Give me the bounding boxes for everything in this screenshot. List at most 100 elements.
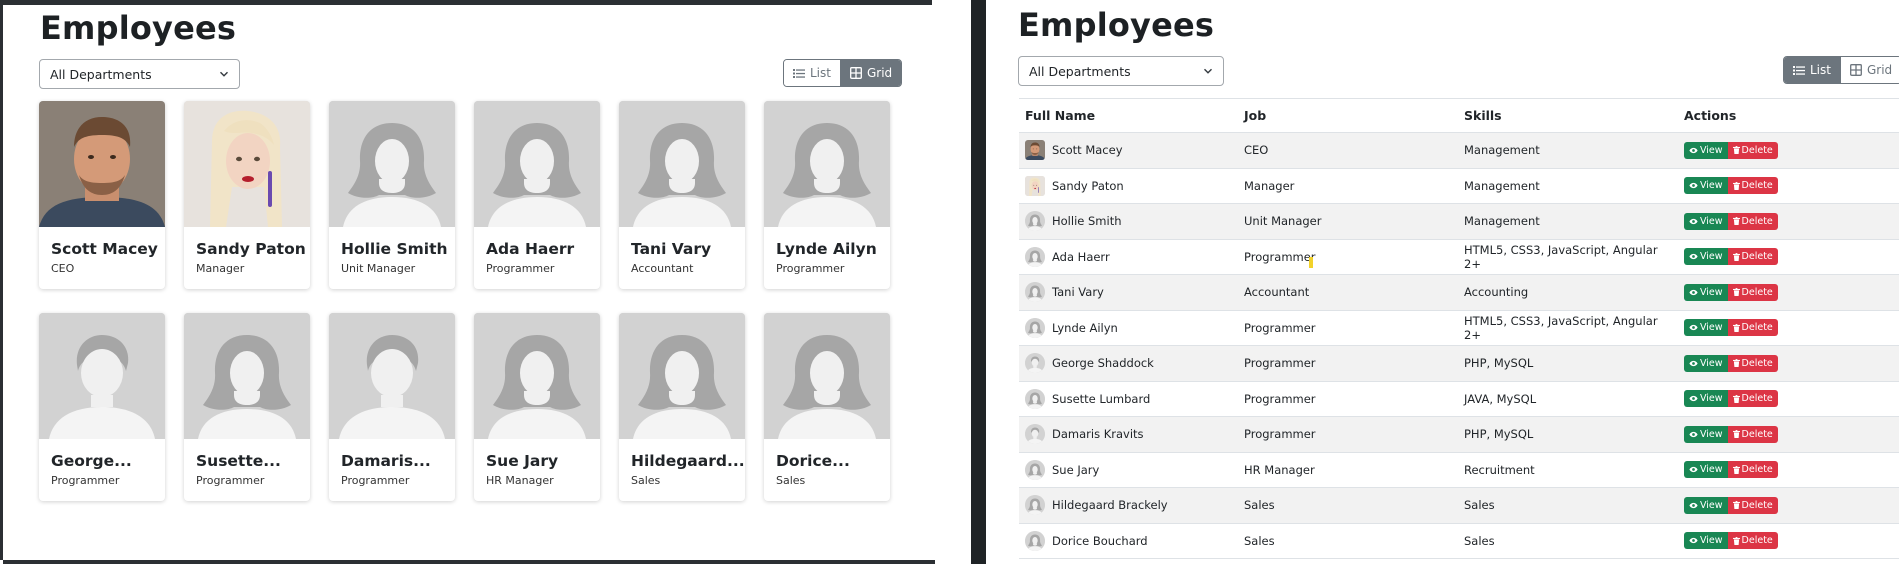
avatar-placeholder-icon <box>1025 459 1045 480</box>
eye-icon <box>1689 502 1698 508</box>
employee-card[interactable]: Damaris... Programmer <box>329 313 455 501</box>
cell-actions: View Delete <box>1678 461 1898 479</box>
employee-name: Tani Vary <box>631 240 712 258</box>
cell-job: Accountant <box>1244 285 1310 300</box>
employee-name: Ada Haerr <box>486 240 575 258</box>
employee-name: Susette... <box>196 452 281 470</box>
eye-icon <box>1689 431 1698 437</box>
employee-photo <box>184 101 310 227</box>
delete-button[interactable]: Delete <box>1727 177 1778 195</box>
table-row: Scott Macey CEO Management View Delete <box>1019 133 1899 169</box>
delete-button-label: Delete <box>1741 251 1773 263</box>
trash-icon <box>1732 465 1740 474</box>
avatar-placeholder-icon <box>1025 246 1045 267</box>
employee-card[interactable]: Sandy Paton Manager <box>184 101 310 289</box>
trash-icon <box>1732 288 1740 297</box>
panel-bottom-border <box>3 560 935 564</box>
employee-card[interactable]: Ada Haerr Programmer <box>474 101 600 289</box>
view-button[interactable]: View <box>1684 425 1728 443</box>
delete-button[interactable]: Delete <box>1727 390 1778 408</box>
delete-button[interactable]: Delete <box>1727 212 1778 230</box>
cell-skills: Management <box>1464 143 1540 158</box>
delete-button[interactable]: Delete <box>1727 461 1778 479</box>
department-select[interactable]: All Departments <box>1018 56 1224 86</box>
employee-card[interactable]: Hollie Smith Unit Manager <box>329 101 455 289</box>
cell-actions: View Delete <box>1678 177 1898 195</box>
eye-icon <box>1689 254 1698 260</box>
view-button[interactable]: View <box>1684 248 1728 266</box>
delete-button[interactable]: Delete <box>1727 532 1778 550</box>
delete-button-label: Delete <box>1741 180 1773 192</box>
eye-icon <box>1689 289 1698 295</box>
table-row: Damaris Kravits Programmer PHP, MySQL View D… <box>1019 417 1899 453</box>
avatar-placeholder-icon <box>1025 388 1045 409</box>
view-button[interactable]: View <box>1684 496 1728 514</box>
employee-name: George... <box>51 452 132 470</box>
employee-card[interactable]: George... Programmer <box>39 313 165 501</box>
column-header-skills: Skills <box>1464 108 1502 123</box>
view-button[interactable]: View <box>1684 177 1728 195</box>
trash-icon <box>1732 394 1740 403</box>
delete-button-label: Delete <box>1741 215 1773 227</box>
employee-card[interactable]: Scott Macey CEO <box>39 101 165 289</box>
table-row: Ada Haerr Programmer HTML5, CSS3, JavaScri… <box>1019 240 1899 275</box>
grid-icon <box>1850 64 1862 76</box>
view-button-label: View <box>1700 464 1723 476</box>
delete-button[interactable]: Delete <box>1727 141 1778 159</box>
delete-button[interactable]: Delete <box>1727 319 1778 337</box>
delete-button-label: Delete <box>1741 357 1773 369</box>
avatar-placeholder-icon <box>1025 282 1045 303</box>
employee-card[interactable]: Tani Vary Accountant <box>619 101 745 289</box>
view-button-label: View <box>1700 144 1723 156</box>
avatar-placeholder-icon <box>1025 530 1045 551</box>
cell-full-name: Susette Lumbard <box>1019 388 1238 409</box>
delete-button[interactable]: Delete <box>1727 248 1778 266</box>
view-button[interactable]: View <box>1684 212 1728 230</box>
trash-icon <box>1732 323 1740 332</box>
employee-card[interactable]: Dorice... Sales <box>764 313 890 501</box>
employee-card[interactable]: Susette... Programmer <box>184 313 310 501</box>
view-button-label: View <box>1700 286 1723 298</box>
table-row: Tani Vary Accountant Accounting View Delete <box>1019 275 1899 311</box>
department-select-value: All Departments <box>1029 63 1131 79</box>
delete-button-label: Delete <box>1741 393 1773 405</box>
employee-card[interactable]: Hildegaard... Sales <box>619 313 745 501</box>
avatar-placeholder-icon <box>1025 424 1045 445</box>
grid-view-button[interactable]: Grid <box>839 60 902 86</box>
trash-icon <box>1732 359 1740 368</box>
department-select-value: All Departments <box>50 66 152 82</box>
list-view-label: List <box>1810 63 1831 77</box>
cell-actions: View Delete <box>1678 496 1898 514</box>
grid-view-button[interactable]: Grid <box>1839 57 1899 83</box>
list-view-button[interactable]: List <box>1784 57 1840 83</box>
view-button-label: View <box>1700 251 1723 263</box>
employee-card[interactable]: Sue Jary HR Manager <box>474 313 600 501</box>
department-select[interactable]: All Departments <box>39 59 240 89</box>
cell-job: HR Manager <box>1244 462 1315 477</box>
employee-job: Programmer <box>341 474 410 487</box>
cell-skills: JAVA, MySQL <box>1464 391 1537 406</box>
view-button[interactable]: View <box>1684 354 1728 372</box>
view-button[interactable]: View <box>1684 390 1728 408</box>
view-button[interactable]: View <box>1684 319 1728 337</box>
list-view-button[interactable]: List <box>784 60 840 86</box>
employee-name: George Shaddock <box>1052 356 1154 371</box>
delete-button[interactable]: Delete <box>1727 496 1778 514</box>
delete-button[interactable]: Delete <box>1727 283 1778 301</box>
employee-name: Sue Jary <box>486 452 559 470</box>
eye-icon <box>1689 325 1698 331</box>
delete-button[interactable]: Delete <box>1727 425 1778 443</box>
avatar <box>1025 140 1045 161</box>
view-button[interactable]: View <box>1684 461 1728 479</box>
delete-button[interactable]: Delete <box>1727 354 1778 372</box>
avatar-placeholder-icon <box>329 313 455 439</box>
view-button[interactable]: View <box>1684 141 1728 159</box>
view-button[interactable]: View <box>1684 532 1728 550</box>
view-button-label: View <box>1700 215 1723 227</box>
employee-name: Hildegaard Brackely <box>1052 498 1168 513</box>
cell-skills: Management <box>1464 178 1540 193</box>
grid-view-label: Grid <box>866 66 893 80</box>
employee-card[interactable]: Lynde Ailyn Programmer <box>764 101 890 289</box>
delete-button-label: Delete <box>1741 535 1773 547</box>
view-button[interactable]: View <box>1684 283 1728 301</box>
